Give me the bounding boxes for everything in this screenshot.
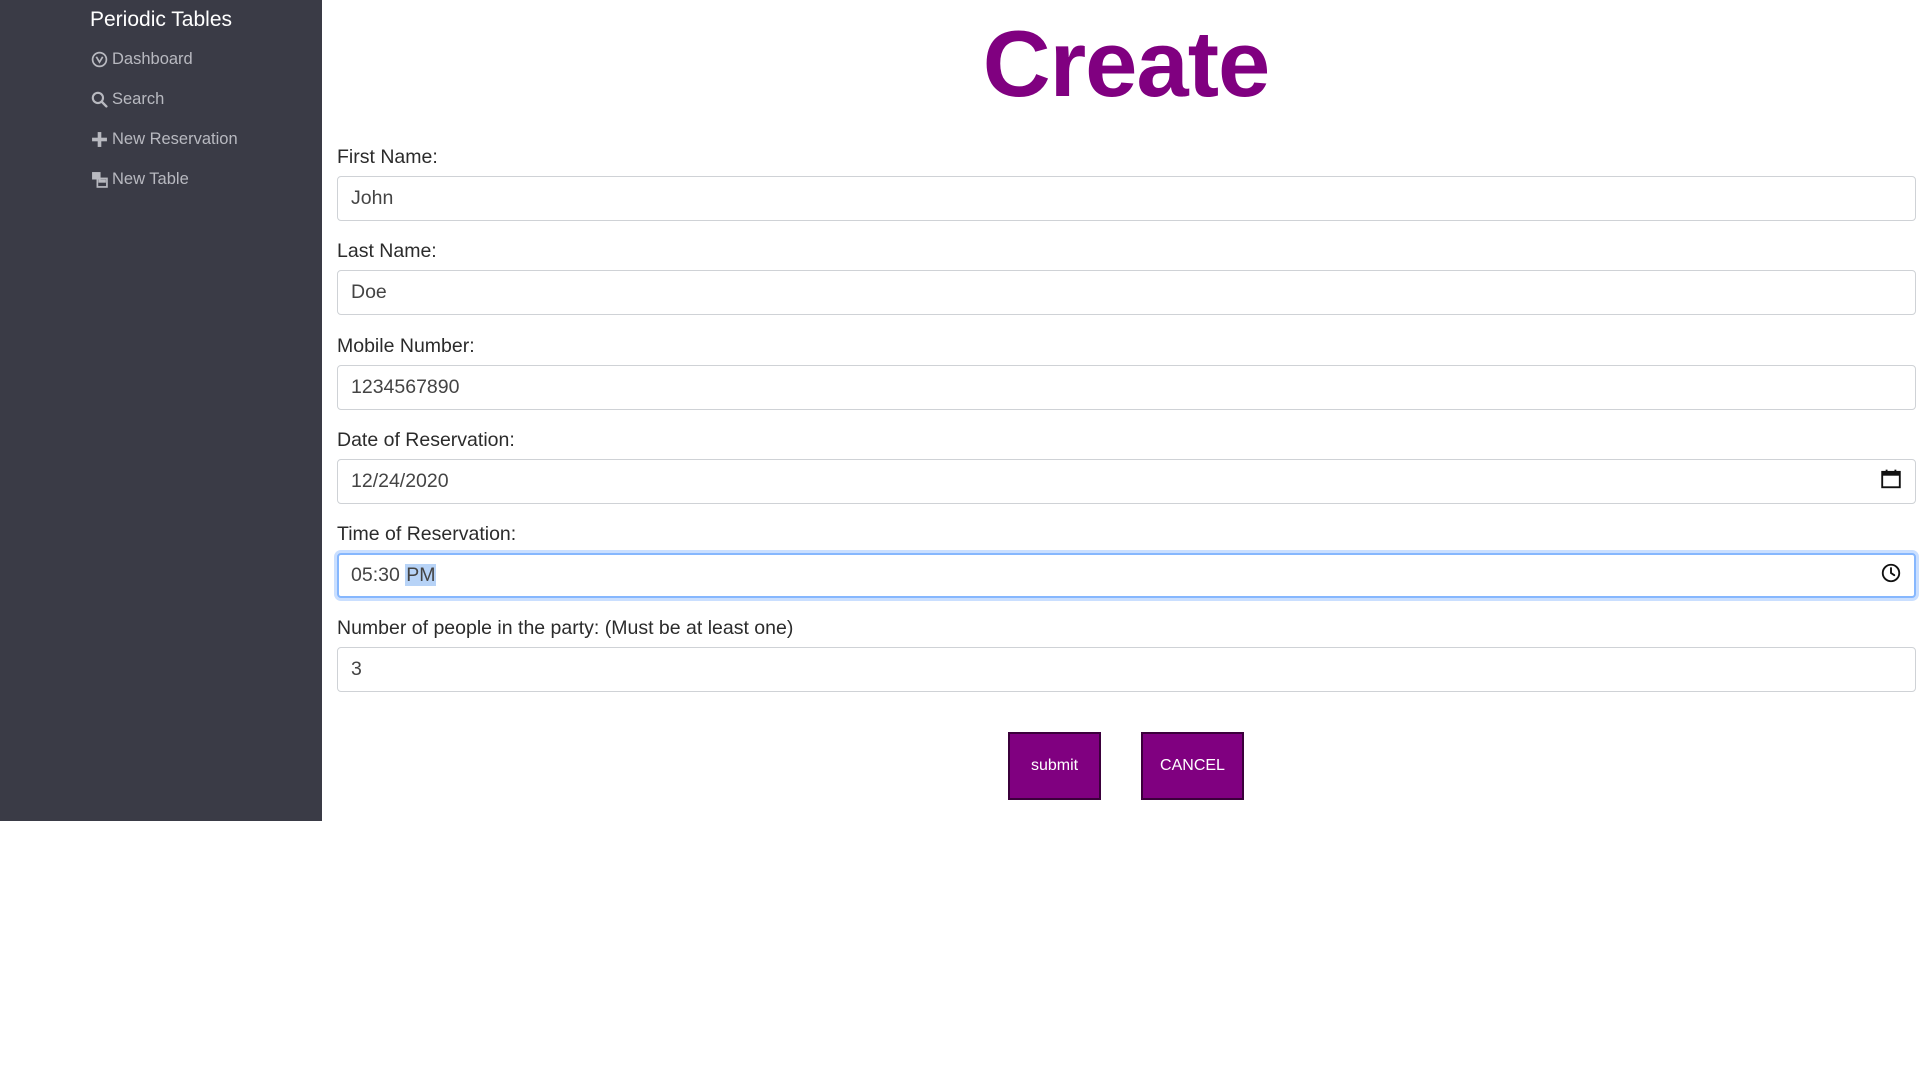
reservation-time-input[interactable]: 05:30 PM [337, 553, 1916, 598]
reservation-time-value: 05:30 PM [351, 564, 437, 587]
time-hours-minutes[interactable]: 05:30 [351, 564, 400, 586]
reservation-date-value: 12/24/2020 [351, 470, 449, 492]
first-name-value: John [351, 187, 394, 209]
last-name-input[interactable]: Doe [337, 270, 1916, 315]
reservation-date-label: Date of Reservation: [337, 429, 515, 451]
sidebar-item-new-table[interactable]: New Table [90, 170, 189, 189]
mobile-number-value: 1234567890 [351, 376, 460, 398]
first-name-label: First Name: [337, 146, 438, 168]
page-title: Create [982, 11, 1271, 116]
party-size-label: Number of people in the party: (Must be … [337, 617, 794, 639]
mobile-number-input[interactable]: 1234567890 [337, 365, 1916, 410]
dashboard-icon [90, 51, 108, 69]
clock-icon[interactable] [1880, 562, 1902, 590]
sidebar-item-search[interactable]: Search [90, 90, 164, 109]
sidebar-item-label: Dashboard [112, 50, 193, 68]
sidebar-item-new-reservation[interactable]: New Reservation [90, 130, 238, 149]
cancel-button[interactable]: CANCEL [1141, 732, 1244, 800]
reservation-date-input[interactable]: 12/24/2020 [337, 459, 1916, 504]
last-name-group: Last Name: Doe [337, 238, 1916, 315]
search-icon [90, 91, 108, 109]
mobile-number-group: Mobile Number: 1234567890 [337, 333, 1916, 410]
first-name-group: First Name: John [337, 144, 1916, 221]
reservation-time-label: Time of Reservation: [337, 523, 517, 545]
party-size-group: Number of people in the party: (Must be … [337, 615, 1916, 692]
reservation-date-group: Date of Reservation: 12/24/2020 [337, 427, 1916, 504]
calendar-icon[interactable] [1880, 468, 1902, 496]
party-size-value: 3 [351, 658, 362, 680]
time-period-selected[interactable]: PM [405, 564, 437, 586]
submit-button[interactable]: submit [1008, 732, 1101, 800]
reservation-time-group: Time of Reservation: 05:30 PM [337, 521, 1916, 598]
last-name-value: Doe [351, 281, 387, 303]
plus-icon [90, 131, 108, 149]
sidebar-item-dashboard[interactable]: Dashboard [90, 50, 193, 69]
mobile-number-label: Mobile Number: [337, 335, 475, 357]
sidebar: Periodic Tables Dashboard Search New Res… [0, 0, 322, 821]
table-icon [90, 171, 108, 189]
last-name-label: Last Name: [337, 240, 437, 262]
party-size-input[interactable]: 3 [337, 647, 1916, 692]
sidebar-item-label: New Reservation [112, 130, 238, 148]
brand-title[interactable]: Periodic Tables [0, 8, 322, 32]
sidebar-item-label: New Table [112, 170, 189, 188]
first-name-input[interactable]: John [337, 176, 1916, 221]
sidebar-item-label: Search [112, 90, 165, 108]
main-content: Create First Name: John Last Name: Doe M… [337, 0, 1916, 800]
